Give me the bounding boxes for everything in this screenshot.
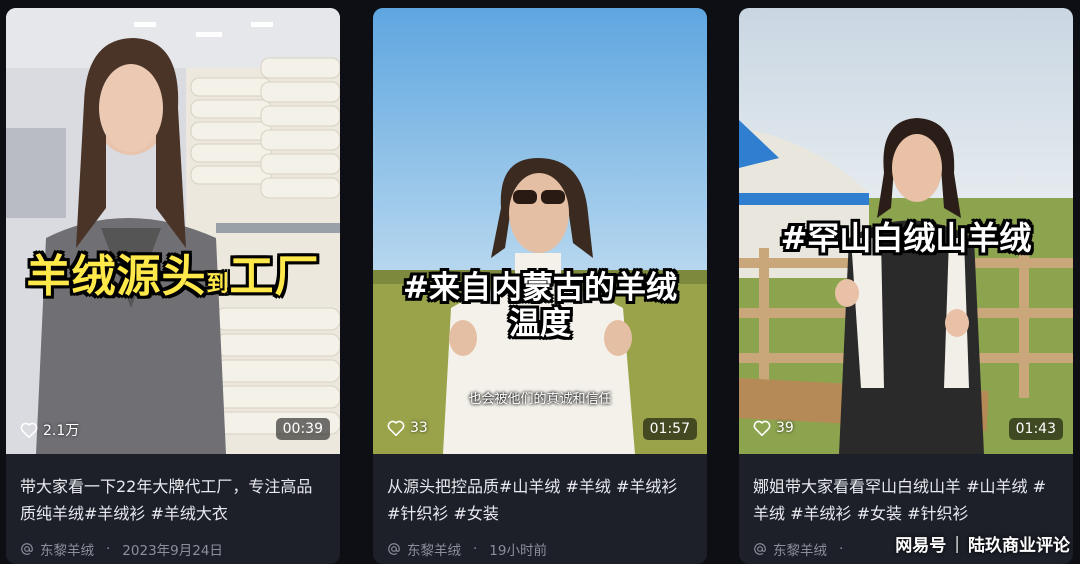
video-card-2[interactable]: #来自内蒙古的羊绒 温度 也会被他们的真诚和信任 33 01:57 从源头把控品… [373, 8, 707, 564]
video-thumbnail[interactable]: #来自内蒙古的羊绒 温度 也会被他们的真诚和信任 33 01:57 [373, 8, 707, 454]
like-count-value: 2.1万 [43, 423, 80, 439]
like-count: 39 [753, 420, 794, 436]
like-count-value: 39 [776, 420, 794, 436]
like-count: 33 [387, 420, 428, 436]
watermark-author: 陆玖商业评论 [968, 536, 1070, 556]
duration-badge: 00:39 [275, 418, 330, 440]
source-watermark: 网易号 | 陆玖商业评论 [895, 531, 1070, 557]
at-icon [388, 543, 400, 555]
watermark-platform: 网易号 [895, 536, 947, 556]
video-title[interactable]: 从源头把控品质#山羊绒 #羊绒 #羊绒衫 #针织衫 #女装 [387, 473, 695, 527]
video-meta: 东黎羊绒 · 2023年9月24日 [20, 539, 223, 559]
overlay-line-2: 温度 [509, 306, 571, 342]
video-meta: 东黎羊绒 · [753, 539, 855, 559]
like-count: 2.1万 [20, 420, 79, 440]
publish-time: 19小时前 [489, 543, 547, 559]
author-name[interactable]: 东黎羊绒 [407, 539, 461, 559]
at-icon [754, 543, 766, 555]
author-name[interactable]: 东黎羊绒 [773, 539, 827, 559]
author-name[interactable]: 东黎羊绒 [40, 539, 94, 559]
publish-time: 2023年9月24日 [122, 543, 223, 559]
heart-icon [753, 420, 771, 436]
video-title[interactable]: 娜姐带大家看看罕山白绒山羊 #山羊绒 #羊绒 #羊绒衫 #女装 #针织衫 [753, 473, 1061, 527]
heart-icon [387, 420, 405, 436]
video-subtitle: 也会被他们的真诚和信任 [468, 392, 612, 407]
at-icon [21, 543, 33, 555]
video-thumbnail[interactable]: #罕山白绒山羊绒 39 01:43 [739, 8, 1073, 454]
duration-badge: 01:57 [642, 418, 697, 440]
duration-badge: 01:43 [1008, 418, 1063, 440]
video-meta: 东黎羊绒 · 19小时前 [387, 539, 547, 559]
video-title[interactable]: 带大家看一下22年大牌代工厂，专注高品质纯羊绒#羊绒衫 #羊绒大衣 [20, 473, 328, 527]
overlay-title: #来自内蒙古的羊绒 温度 [373, 270, 707, 342]
video-thumbnail[interactable]: 羊绒源头到工厂 2.1万 00:39 [6, 8, 340, 454]
watermark-separator: | [954, 533, 960, 554]
video-card-1[interactable]: 羊绒源头到工厂 2.1万 00:39 带大家看一下22年大牌代工厂，专注高品质纯… [6, 8, 340, 564]
video-card-3[interactable]: #罕山白绒山羊绒 39 01:43 娜姐带大家看看罕山白绒山羊 #山羊绒 #羊绒… [739, 8, 1073, 564]
overlay-title: 羊绒源头到工厂 [26, 251, 320, 302]
factory-scene [6, 8, 340, 454]
heart-icon [20, 422, 38, 438]
like-count-value: 33 [410, 420, 428, 436]
overlay-title: #罕山白绒山羊绒 [780, 219, 1032, 257]
overlay-line-1: #来自内蒙古的羊绒 [403, 270, 677, 306]
